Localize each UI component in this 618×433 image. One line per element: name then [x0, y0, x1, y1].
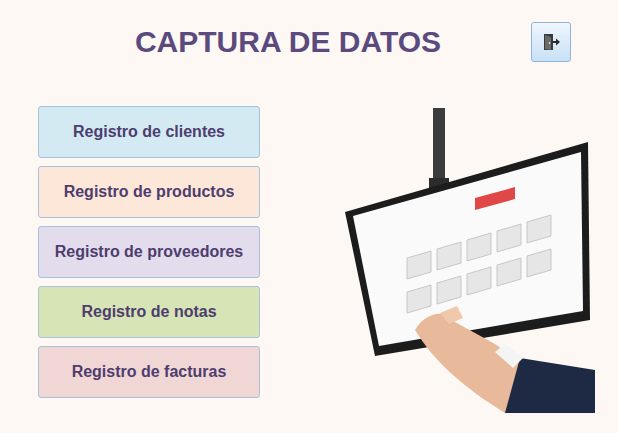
- menu-button[interactable]: Registro de proveedores: [38, 226, 260, 278]
- content: Registro de clientes Registro de producto…: [0, 106, 618, 417]
- menu-button[interactable]: Registro de productos: [38, 166, 260, 218]
- menu-button[interactable]: Registro de facturas: [38, 346, 260, 398]
- menu: Registro de clientes Registro de producto…: [38, 106, 260, 417]
- page-title: CAPTURA DE DATOS: [45, 25, 531, 59]
- exit-door-icon: [541, 32, 561, 52]
- header: CAPTURA DE DATOS: [0, 0, 618, 62]
- exit-button[interactable]: [531, 22, 571, 62]
- touchscreen-photo: [345, 108, 595, 417]
- menu-button[interactable]: Registro de notas: [38, 286, 260, 338]
- capture-screen: CAPTURA DE DATOSRegistro de clientesRegi…: [0, 0, 618, 433]
- menu-button[interactable]: Registro de clientes: [38, 106, 260, 158]
- touchscreen-photo-icon: [345, 108, 595, 413]
